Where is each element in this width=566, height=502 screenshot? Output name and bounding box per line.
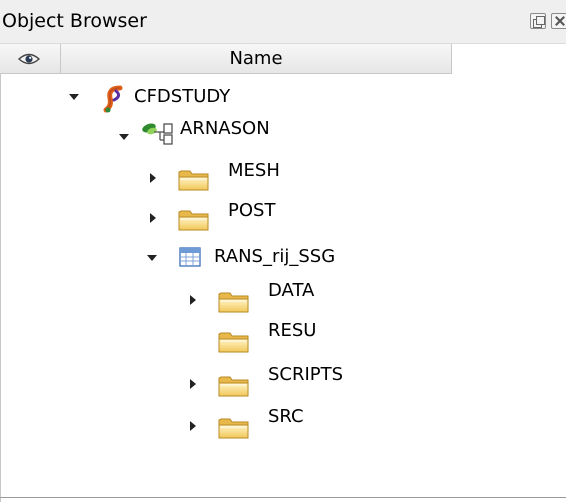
tree-item-scripts[interactable]: SCRIPTS — [0, 364, 452, 406]
tree-item-label: RESU — [268, 320, 317, 341]
panel-title: Object Browser — [2, 10, 147, 32]
close-panel-button[interactable] — [551, 13, 566, 29]
tree-item-resu[interactable]: RESU — [0, 320, 452, 360]
column-header: Name — [0, 44, 566, 74]
tree-item-mesh[interactable]: MESH — [0, 158, 452, 198]
folder-icon — [178, 208, 210, 232]
expand-arrow-icon[interactable] — [146, 253, 158, 263]
expand-arrow-icon[interactable] — [188, 294, 198, 306]
expand-arrow-icon[interactable] — [68, 92, 80, 102]
tree-item-label: POST — [228, 200, 276, 221]
tree-item-label: ARNASON — [180, 118, 270, 139]
folder-icon — [218, 290, 250, 314]
tree-item-label: SCRIPTS — [268, 364, 344, 385]
tree-item-rans-rij-ssg[interactable]: RANS_rij_SSG — [0, 242, 452, 282]
panel-titlebar: Object Browser — [0, 0, 566, 44]
tree-item-label: CFDSTUDY — [134, 86, 231, 107]
panel-left-border — [0, 74, 1, 502]
folder-icon — [178, 168, 210, 192]
tree-item-post[interactable]: POST — [0, 200, 452, 240]
study-case-icon — [142, 123, 173, 145]
tree-item-label: DATA — [268, 280, 315, 301]
tree-item-arnason[interactable]: ARNASON — [0, 114, 452, 154]
float-panel-button[interactable] — [530, 13, 546, 29]
object-browser-panel: Object Browser Name CFDSTUDY ARNASON MES… — [0, 0, 566, 502]
expand-arrow-icon[interactable] — [188, 378, 198, 390]
folder-icon — [218, 416, 250, 440]
tree-item-src[interactable]: SRC — [0, 406, 452, 448]
tree-item-data[interactable]: DATA — [0, 280, 452, 320]
tree-item-label: SRC — [268, 406, 304, 427]
table-icon — [179, 247, 201, 267]
panel-bottom-border — [0, 497, 566, 498]
visibility-column-header[interactable] — [0, 44, 61, 74]
cfdstudy-icon — [103, 85, 123, 113]
folder-icon — [218, 330, 250, 354]
name-column-header[interactable]: Name — [61, 44, 452, 74]
expand-arrow-icon[interactable] — [118, 132, 130, 142]
eye-icon — [18, 53, 40, 65]
expand-arrow-icon[interactable] — [148, 212, 158, 224]
folder-icon — [218, 374, 250, 398]
expand-arrow-icon[interactable] — [148, 172, 158, 184]
tree-item-label: RANS_rij_SSG — [214, 246, 336, 267]
tree-item-cfdstudy[interactable]: CFDSTUDY — [0, 78, 452, 118]
expand-arrow-icon[interactable] — [188, 420, 198, 432]
tree-item-label: MESH — [228, 160, 280, 181]
